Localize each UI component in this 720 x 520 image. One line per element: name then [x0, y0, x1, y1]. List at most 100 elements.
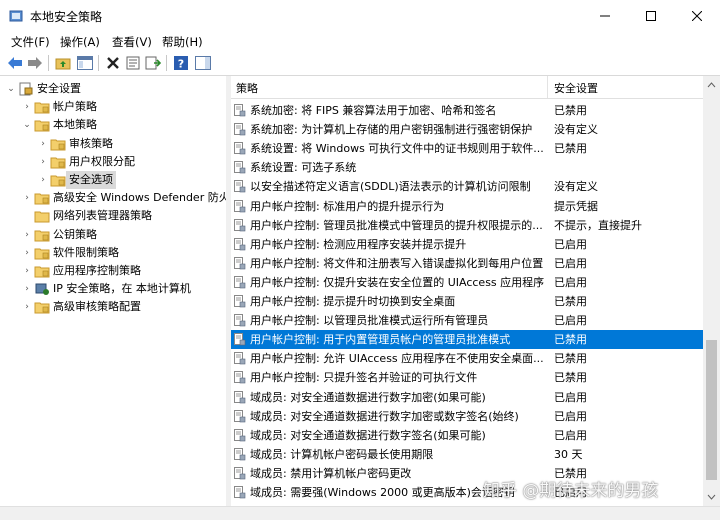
- delete-button[interactable]: [104, 54, 122, 72]
- policy-row[interactable]: 域成员: 对安全通道数据进行数字加密(如果可能) 已启用: [231, 388, 703, 407]
- policy-setting: 已启用: [554, 390, 587, 404]
- forward-button[interactable]: [26, 54, 44, 72]
- folder-icon: [50, 157, 66, 169]
- column-header-setting[interactable]: 安全设置: [554, 80, 598, 96]
- policy-document-icon: [234, 256, 246, 270]
- policy-row[interactable]: 用户帐户控制: 以管理员批准模式运行所有管理员 已启用: [231, 311, 703, 330]
- policy-row[interactable]: 用户帐户控制: 仅提升安装在安全位置的 UIAccess 应用程序 已启用: [231, 273, 703, 292]
- tree-node-label: 高级安全 Windows Defender 防火墙: [53, 191, 227, 205]
- policy-row[interactable]: 域成员: 对安全通道数据进行数字加密或数字签名(始终) 已启用: [231, 407, 703, 426]
- policy-document-icon: [234, 447, 246, 461]
- tree-node[interactable]: › 软件限制策略: [0, 244, 226, 262]
- close-icon: [692, 10, 702, 21]
- tree-node[interactable]: › 公钥策略: [0, 226, 226, 244]
- policy-row[interactable]: 用户帐户控制: 标准用户的提升提示行为 提示凭据: [231, 197, 703, 216]
- close-button[interactable]: [674, 0, 720, 31]
- policy-document-icon: [234, 314, 246, 327]
- back-button[interactable]: [6, 54, 24, 72]
- svg-text:?: ?: [178, 58, 184, 71]
- policy-document-icon: [234, 199, 246, 212]
- column-divider[interactable]: [547, 76, 548, 98]
- toolbar: ?: [0, 51, 720, 76]
- policy-row[interactable]: 用户帐户控制: 只提升签名并验证的可执行文件 已禁用: [231, 368, 703, 387]
- policy-row[interactable]: 以安全描述符定义语言(SDDL)语法表示的计算机访问限制 没有定义: [231, 177, 703, 196]
- folder-icon: [34, 193, 50, 205]
- tree-node[interactable]: › 审核策略: [0, 135, 226, 153]
- collapse-chevron-icon[interactable]: ⌄: [22, 116, 32, 134]
- expand-chevron-icon[interactable]: ›: [22, 298, 32, 316]
- vertical-scrollbar[interactable]: [703, 76, 720, 506]
- policy-name: 用户帐户控制: 用于内置管理员帐户的管理员批准模式: [250, 333, 511, 347]
- scroll-thumb[interactable]: [706, 340, 717, 480]
- policy-setting: 没有定义: [554, 123, 598, 137]
- toolbar-separator: [48, 55, 49, 71]
- folder-icon: [34, 102, 50, 114]
- maximize-icon: [646, 10, 656, 21]
- tree-node[interactable]: 网络列表管理器策略: [0, 207, 226, 225]
- policy-row[interactable]: 用户帐户控制: 用于内置管理员帐户的管理员批准模式 已禁用: [231, 330, 703, 350]
- policy-row[interactable]: 用户帐户控制: 允许 UIAccess 应用程序在不使用安全桌面... 已禁用: [231, 349, 703, 368]
- policy-row[interactable]: 用户帐户控制: 将文件和注册表写入错误虚拟化到每用户位置 已启用: [231, 254, 703, 273]
- policy-name: 域成员: 计算机帐户密码最长使用期限: [250, 447, 434, 461]
- properties-button[interactable]: [124, 54, 142, 72]
- policy-name: 用户帐户控制: 将文件和注册表写入错误虚拟化到每用户位置: [250, 256, 544, 270]
- policy-row[interactable]: 域成员: 计算机帐户密码最长使用期限 30 天: [231, 445, 703, 464]
- tree-node[interactable]: › 高级安全 Windows Defender 防火墙: [0, 189, 226, 207]
- maximize-button[interactable]: [628, 0, 674, 31]
- tree-node[interactable]: › 用户权限分配: [0, 153, 226, 171]
- tree-node-label: 公钥策略: [53, 227, 97, 241]
- policy-name: 用户帐户控制: 只提升签名并验证的可执行文件: [250, 371, 478, 385]
- tree-node[interactable]: ⌄ 本地策略: [0, 116, 226, 134]
- scroll-up-icon: [707, 82, 716, 88]
- menu-action[interactable]: 操作(A): [60, 34, 100, 50]
- expand-chevron-icon[interactable]: ›: [22, 262, 32, 280]
- policy-setting: 已启用: [554, 237, 587, 251]
- expand-chevron-icon[interactable]: ›: [38, 153, 48, 171]
- show-action-pane-button[interactable]: [194, 54, 212, 72]
- ip-security-icon: [35, 283, 49, 296]
- menu-file[interactable]: 文件(F): [11, 34, 50, 50]
- tree-node[interactable]: ⌄ 安全设置: [0, 80, 226, 98]
- policy-document-icon: [234, 161, 246, 174]
- expand-chevron-icon[interactable]: ›: [38, 135, 48, 153]
- tree-node[interactable]: › 帐户策略: [0, 98, 226, 116]
- show-hide-tree-button[interactable]: [76, 54, 94, 72]
- policy-setting: 30 天: [554, 447, 583, 461]
- tree-node[interactable]: › 应用程序控制策略: [0, 262, 226, 280]
- policy-name: 域成员: 对安全通道数据进行数字签名(如果可能): [250, 428, 486, 442]
- policy-name: 系统设置: 可选子系统: [250, 161, 357, 175]
- menu-help[interactable]: 帮助(H): [162, 34, 203, 50]
- policy-row[interactable]: 用户帐户控制: 检测应用程序安装并提示提升 已启用: [231, 235, 703, 254]
- policy-name: 用户帐户控制: 管理员批准模式中管理员的提升权限提示的...: [250, 218, 543, 232]
- tree-node-label: 应用程序控制策略: [53, 264, 141, 277]
- collapse-chevron-icon[interactable]: ⌄: [6, 80, 16, 98]
- forward-arrow-icon: [28, 57, 42, 69]
- column-header-policy[interactable]: 策略: [236, 80, 258, 96]
- minimize-button[interactable]: [582, 0, 628, 31]
- tree-node[interactable]: › 高级审核策略配置: [0, 298, 226, 316]
- horizontal-scrollbar[interactable]: [0, 506, 720, 520]
- tree-node-label: 本地策略: [53, 118, 97, 132]
- policy-row[interactable]: 系统设置: 可选子系统: [231, 158, 703, 177]
- tree-node[interactable]: › IP 安全策略，在 本地计算机: [0, 280, 226, 298]
- policy-row[interactable]: 用户帐户控制: 管理员批准模式中管理员的提升权限提示的... 不提示，直接提升: [231, 216, 703, 235]
- tree-node-label: 网络列表管理器策略: [53, 209, 152, 223]
- expand-chevron-icon[interactable]: ›: [22, 244, 32, 262]
- policy-row[interactable]: 系统设置: 将 Windows 可执行文件中的证书规则用于软件... 已禁用: [231, 139, 703, 158]
- policy-row[interactable]: 域成员: 对安全通道数据进行数字签名(如果可能) 已启用: [231, 426, 703, 445]
- menu-view[interactable]: 查看(V): [112, 34, 152, 50]
- export-list-button[interactable]: [144, 54, 162, 72]
- expand-chevron-icon[interactable]: ›: [22, 98, 32, 116]
- up-level-button[interactable]: [54, 54, 72, 72]
- policy-row[interactable]: 系统加密: 将 FIPS 兼容算法用于加密、哈希和签名 已禁用: [231, 101, 703, 120]
- expand-chevron-icon[interactable]: ›: [22, 226, 32, 244]
- policy-setting: 已启用: [554, 314, 587, 328]
- folder-icon: [34, 266, 50, 278]
- tree-node[interactable]: › 安全选项: [0, 171, 226, 189]
- expand-chevron-icon[interactable]: ›: [38, 171, 48, 189]
- expand-chevron-icon[interactable]: ›: [22, 189, 32, 207]
- help-button[interactable]: ?: [172, 54, 190, 72]
- policy-row[interactable]: 用户帐户控制: 提示提升时切换到安全桌面 已禁用: [231, 292, 703, 311]
- expand-chevron-icon[interactable]: ›: [22, 280, 32, 298]
- policy-row[interactable]: 系统加密: 为计算机上存储的用户密钥强制进行强密钥保护 没有定义: [231, 120, 703, 139]
